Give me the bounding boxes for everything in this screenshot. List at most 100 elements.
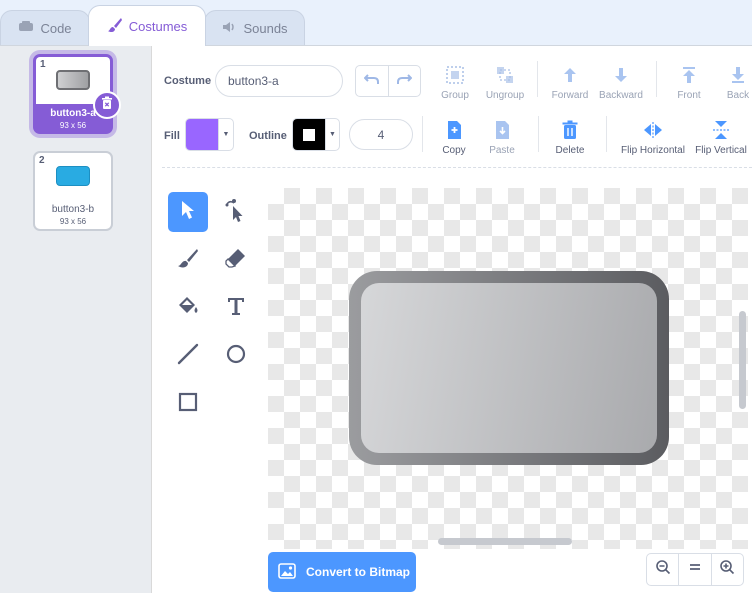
costume-button-inner [361, 283, 657, 453]
costume-thumbnail [56, 166, 90, 186]
group-button[interactable]: Group [435, 64, 475, 101]
costume-label: Costume [164, 75, 212, 87]
forward-label: Forward [551, 90, 589, 101]
costume-number: 1 [40, 59, 46, 70]
fill-tool[interactable] [168, 288, 208, 328]
ungroup-button[interactable]: Ungroup [482, 64, 528, 101]
back-icon [718, 64, 752, 86]
trash-icon [550, 119, 590, 141]
tab-sounds[interactable]: Sounds [204, 10, 305, 45]
zoom-in-button[interactable] [710, 554, 743, 585]
undo-redo-group [355, 65, 421, 97]
redo-button[interactable] [389, 66, 421, 96]
code-icon [18, 19, 34, 38]
undo-button[interactable] [356, 66, 389, 96]
group-label: Group [441, 90, 469, 101]
toolbar-divider [606, 116, 607, 152]
fill-label: Fill [164, 130, 180, 142]
zoom-reset-button[interactable] [678, 554, 710, 585]
fill-color-picker[interactable]: ▼ [185, 118, 234, 151]
zoom-controls [646, 553, 744, 586]
outline-width-input[interactable]: 4 [349, 119, 413, 150]
back-label: Back [726, 90, 750, 101]
image-icon [278, 562, 296, 582]
vertical-scrollbar[interactable] [739, 311, 746, 409]
group-icon [435, 64, 475, 86]
toolbar-divider [656, 61, 657, 97]
backward-button[interactable]: Backward [596, 64, 646, 101]
select-tool[interactable] [168, 192, 208, 232]
costume-list: 1 button3-a 93 x 56 2 button3-b 93 x 56 [0, 45, 152, 593]
brush-icon [177, 247, 199, 274]
paint-editor: Costume button3-a Group Ungroup Forward … [152, 45, 752, 593]
eraser-tool[interactable] [216, 240, 256, 280]
chevron-down-icon: ▼ [325, 119, 339, 150]
back-button[interactable]: Back [718, 64, 752, 101]
toolbar-divider [538, 116, 539, 152]
flip-vertical-icon [693, 119, 749, 141]
copy-button[interactable]: Copy [434, 119, 474, 156]
tab-costumes[interactable]: Costumes [88, 5, 206, 46]
front-button[interactable]: Front [669, 64, 709, 101]
brush-tool[interactable] [168, 240, 208, 280]
flip-horizontal-label: Flip Horizontal [621, 145, 685, 156]
front-icon [669, 64, 709, 86]
select-arrow-icon [180, 200, 196, 225]
costume-item-2[interactable]: 2 button3-b 93 x 56 [33, 151, 113, 231]
costume-name-input[interactable]: button3-a [215, 65, 343, 97]
outline-color-swatch [293, 119, 325, 150]
costume-dimensions: 93 x 56 [59, 121, 87, 130]
tab-costumes-label: Costumes [128, 18, 188, 34]
line-icon [177, 343, 199, 370]
toolbar-divider-dashed [162, 167, 752, 168]
flip-vertical-label: Flip Vertical [695, 145, 747, 156]
circle-tool[interactable] [216, 336, 256, 376]
zoom-in-icon [719, 559, 735, 580]
chevron-down-icon: ▼ [218, 119, 233, 150]
rectangle-tool[interactable] [168, 384, 208, 424]
tab-sounds-label: Sounds [243, 20, 288, 36]
backward-icon [596, 64, 646, 86]
costume-name: button3-b [51, 204, 95, 215]
trash-icon [100, 96, 114, 115]
flip-vertical-button[interactable]: Flip Vertical [693, 119, 749, 156]
copy-icon [434, 119, 474, 141]
paste-icon [482, 119, 522, 141]
delete-costume-button[interactable] [93, 91, 121, 119]
forward-icon [548, 64, 592, 86]
backward-label: Backward [599, 90, 643, 101]
circle-icon [225, 343, 247, 370]
flip-horizontal-button[interactable]: Flip Horizontal [618, 119, 688, 156]
paste-button[interactable]: Paste [482, 119, 522, 156]
ungroup-label: Ungroup [485, 90, 525, 101]
outline-label: Outline [249, 130, 287, 142]
text-icon [226, 296, 246, 321]
zoom-out-icon [655, 559, 671, 580]
flip-horizontal-icon [618, 119, 688, 141]
horizontal-scrollbar[interactable] [438, 538, 572, 545]
reshape-tool[interactable] [216, 192, 256, 232]
brush-icon [107, 17, 123, 36]
costume-button-shape[interactable] [349, 271, 669, 465]
outline-color-picker[interactable]: ▼ [292, 118, 340, 151]
text-tool[interactable] [216, 288, 256, 328]
delete-button[interactable]: Delete [550, 119, 590, 156]
front-label: Front [677, 90, 701, 101]
reshape-icon [225, 198, 247, 227]
convert-to-bitmap-button[interactable]: Convert to Bitmap [268, 552, 416, 592]
tab-code[interactable]: Code [0, 10, 90, 45]
redo-icon [396, 72, 413, 91]
editor-tabs: Code Costumes Sounds [0, 0, 752, 46]
line-tool[interactable] [168, 336, 208, 376]
toolbar-divider [422, 116, 423, 152]
forward-button[interactable]: Forward [548, 64, 592, 101]
undo-icon [363, 72, 380, 91]
tab-code-label: Code [40, 20, 72, 36]
speaker-icon [221, 19, 237, 38]
rectangle-icon [177, 391, 199, 418]
fill-color-swatch [186, 119, 218, 150]
paint-canvas[interactable] [268, 188, 748, 549]
costume-number: 2 [39, 155, 45, 166]
delete-label: Delete [555, 145, 585, 156]
zoom-out-button[interactable] [647, 554, 678, 585]
